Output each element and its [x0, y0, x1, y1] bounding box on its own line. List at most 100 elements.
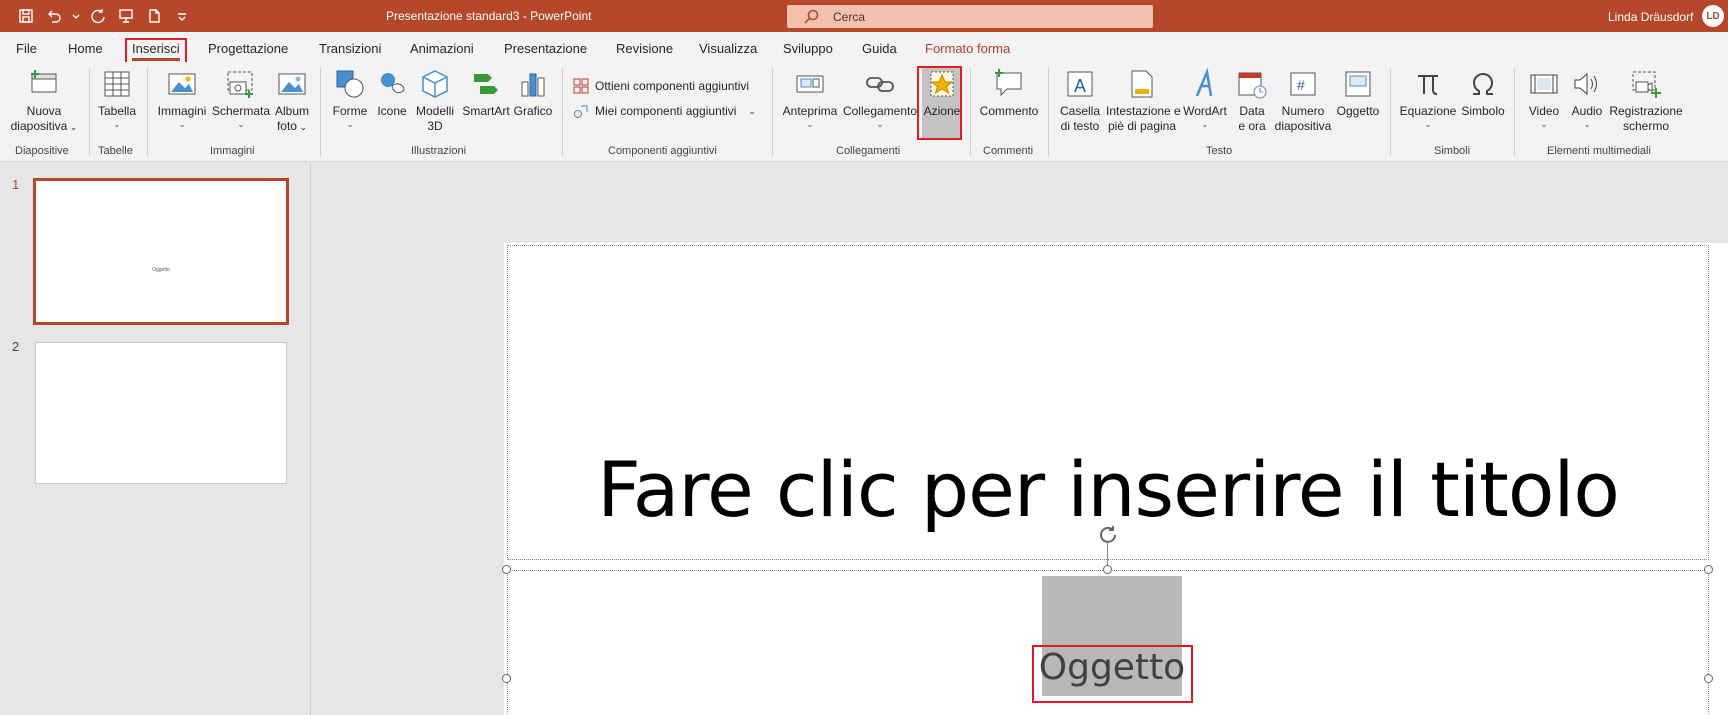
- tabella-button[interactable]: Tabella ⌄: [96, 68, 138, 129]
- ribbon: Nuova diapositiva ⌄ Diapositive Tabella …: [0, 62, 1728, 162]
- resize-handle-top-left[interactable]: [502, 565, 511, 574]
- label: Video: [1528, 104, 1560, 118]
- casella-di-testo-button[interactable]: A Casella di testo: [1054, 68, 1106, 134]
- svg-text:#: #: [1297, 77, 1305, 93]
- customize-toolbar-icon[interactable]: [172, 6, 192, 26]
- header-footer-icon: [1126, 68, 1158, 100]
- label: Grafico: [513, 104, 553, 118]
- wordart-icon: [1189, 67, 1221, 100]
- wordart-button[interactable]: WordArt ⌄: [1180, 67, 1230, 129]
- collegamento-button[interactable]: Collegamento ⌄: [842, 68, 918, 129]
- object-text[interactable]: Oggetto: [1032, 647, 1192, 688]
- redo-icon[interactable]: [88, 6, 108, 26]
- grafico-button[interactable]: Grafico: [512, 68, 554, 119]
- separator: [970, 68, 971, 156]
- user-name[interactable]: Linda Dräusdorf: [1608, 10, 1693, 24]
- tab-formato-forma[interactable]: Formato forma: [925, 41, 1010, 56]
- tab-guida[interactable]: Guida: [862, 41, 897, 56]
- slide-thumbnail-2[interactable]: [35, 342, 287, 484]
- link-icon: [864, 68, 896, 100]
- label: Registrazione: [1609, 104, 1683, 118]
- label: Audio: [1571, 104, 1603, 118]
- resize-handle-middle-left[interactable]: [502, 674, 511, 683]
- simbolo-button[interactable]: Simbolo: [1460, 68, 1506, 119]
- label: Immagini: [157, 104, 207, 118]
- album-foto-button[interactable]: Album foto ⌄: [272, 68, 312, 135]
- intestazione-button[interactable]: Intestazione e piè di pagina: [1106, 68, 1181, 134]
- resize-handle-top-right[interactable]: [1704, 565, 1713, 574]
- resize-handle-middle-right[interactable]: [1704, 674, 1713, 683]
- zoom-preview-icon: [794, 68, 826, 100]
- forme-button[interactable]: Forme ⌄: [330, 68, 370, 129]
- label: Intestazione e: [1106, 104, 1181, 118]
- separator: [320, 68, 321, 156]
- undo-dropdown-icon[interactable]: [72, 6, 80, 26]
- tab-visualizza[interactable]: Visualizza: [699, 41, 757, 56]
- undo-icon[interactable]: [44, 6, 64, 26]
- search-placeholder: Cerca: [833, 9, 866, 24]
- start-presentation-icon[interactable]: [116, 6, 136, 26]
- group-multimedia: Elementi multimediali: [1547, 145, 1651, 157]
- tab-home[interactable]: Home: [68, 41, 103, 56]
- svg-text:A: A: [1074, 76, 1086, 96]
- label: Miei componenti aggiuntivi: [595, 104, 737, 118]
- immagini-button[interactable]: Immagini ⌄: [154, 68, 210, 129]
- new-file-icon[interactable]: [144, 6, 164, 26]
- group-illustrazioni: Illustrazioni: [411, 145, 467, 157]
- slide-number-1: 1: [12, 177, 20, 192]
- search-box[interactable]: Cerca: [787, 5, 1153, 28]
- screenshot-icon: [225, 68, 257, 100]
- label: Modelli: [415, 104, 454, 118]
- equazione-button[interactable]: Equazione ⌄: [1396, 68, 1460, 129]
- label: Commento: [979, 104, 1039, 118]
- group-tabelle: Tabelle: [98, 145, 133, 157]
- tab-animazioni[interactable]: Animazioni: [410, 41, 474, 56]
- azione-button[interactable]: Azione: [920, 68, 964, 119]
- nuova-diapositiva-button[interactable]: Nuova diapositiva ⌄: [8, 68, 80, 135]
- speaker-icon: [1571, 68, 1603, 100]
- separator: [147, 68, 148, 156]
- tab-transizioni[interactable]: Transizioni: [319, 41, 381, 56]
- label: Schermata: [212, 104, 271, 118]
- label: Tabella: [97, 104, 137, 118]
- tab-sviluppo[interactable]: Sviluppo: [783, 41, 833, 56]
- label: Anteprima: [782, 104, 838, 118]
- rotate-handle-icon[interactable]: [1098, 524, 1118, 544]
- commento-button[interactable]: Commento: [976, 68, 1042, 119]
- oggetto-button[interactable]: Oggetto: [1334, 68, 1382, 119]
- registrazione-schermo-button[interactable]: Registrazione schermo: [1606, 68, 1686, 134]
- anteprima-button[interactable]: Anteprima ⌄: [778, 68, 842, 129]
- label: Numero: [1281, 104, 1325, 118]
- separator: [1048, 68, 1049, 156]
- label: foto: [276, 119, 297, 133]
- icone-button[interactable]: Icone: [374, 68, 410, 119]
- save-icon[interactable]: [16, 6, 36, 26]
- title-placeholder-text[interactable]: Fare clic per inserire il titolo: [507, 445, 1709, 534]
- text-box-icon: A: [1064, 68, 1096, 100]
- label: Equazione: [1399, 104, 1457, 118]
- separator: [1514, 68, 1515, 156]
- label: Casella: [1059, 104, 1101, 118]
- resize-handle-top-center[interactable]: [1103, 565, 1112, 574]
- audio-button[interactable]: Audio ⌄: [1566, 68, 1608, 129]
- label: Nuova: [26, 104, 62, 118]
- tab-file[interactable]: File: [16, 41, 37, 56]
- schermata-button[interactable]: Schermata ⌄: [212, 68, 270, 129]
- label: Azione: [923, 104, 961, 118]
- slide-thumbnail-1[interactable]: Oggetto: [33, 178, 289, 325]
- numero-diapositiva-button[interactable]: # Numero diapositiva: [1272, 68, 1334, 134]
- video-button[interactable]: Video ⌄: [1522, 68, 1566, 129]
- tab-presentazione[interactable]: Presentazione: [504, 41, 587, 56]
- tab-progettazione[interactable]: Progettazione: [208, 41, 288, 56]
- tab-revisione[interactable]: Revisione: [616, 41, 673, 56]
- pi-icon: [1412, 68, 1444, 100]
- miei-componenti-button[interactable]: Miei componenti aggiuntivi ⌄: [573, 103, 756, 119]
- ottieni-componenti-button[interactable]: Ottieni componenti aggiuntivi: [573, 78, 749, 94]
- tab-inserisci[interactable]: Inserisci: [132, 41, 180, 61]
- avatar[interactable]: LD: [1702, 5, 1724, 27]
- separator: [1390, 68, 1391, 156]
- data-e-ora-button[interactable]: Data e ora: [1232, 68, 1272, 134]
- smartart-button[interactable]: SmartArt: [460, 68, 512, 119]
- modelli-3d-button[interactable]: Modelli 3D: [412, 68, 458, 134]
- label: Album: [274, 104, 309, 118]
